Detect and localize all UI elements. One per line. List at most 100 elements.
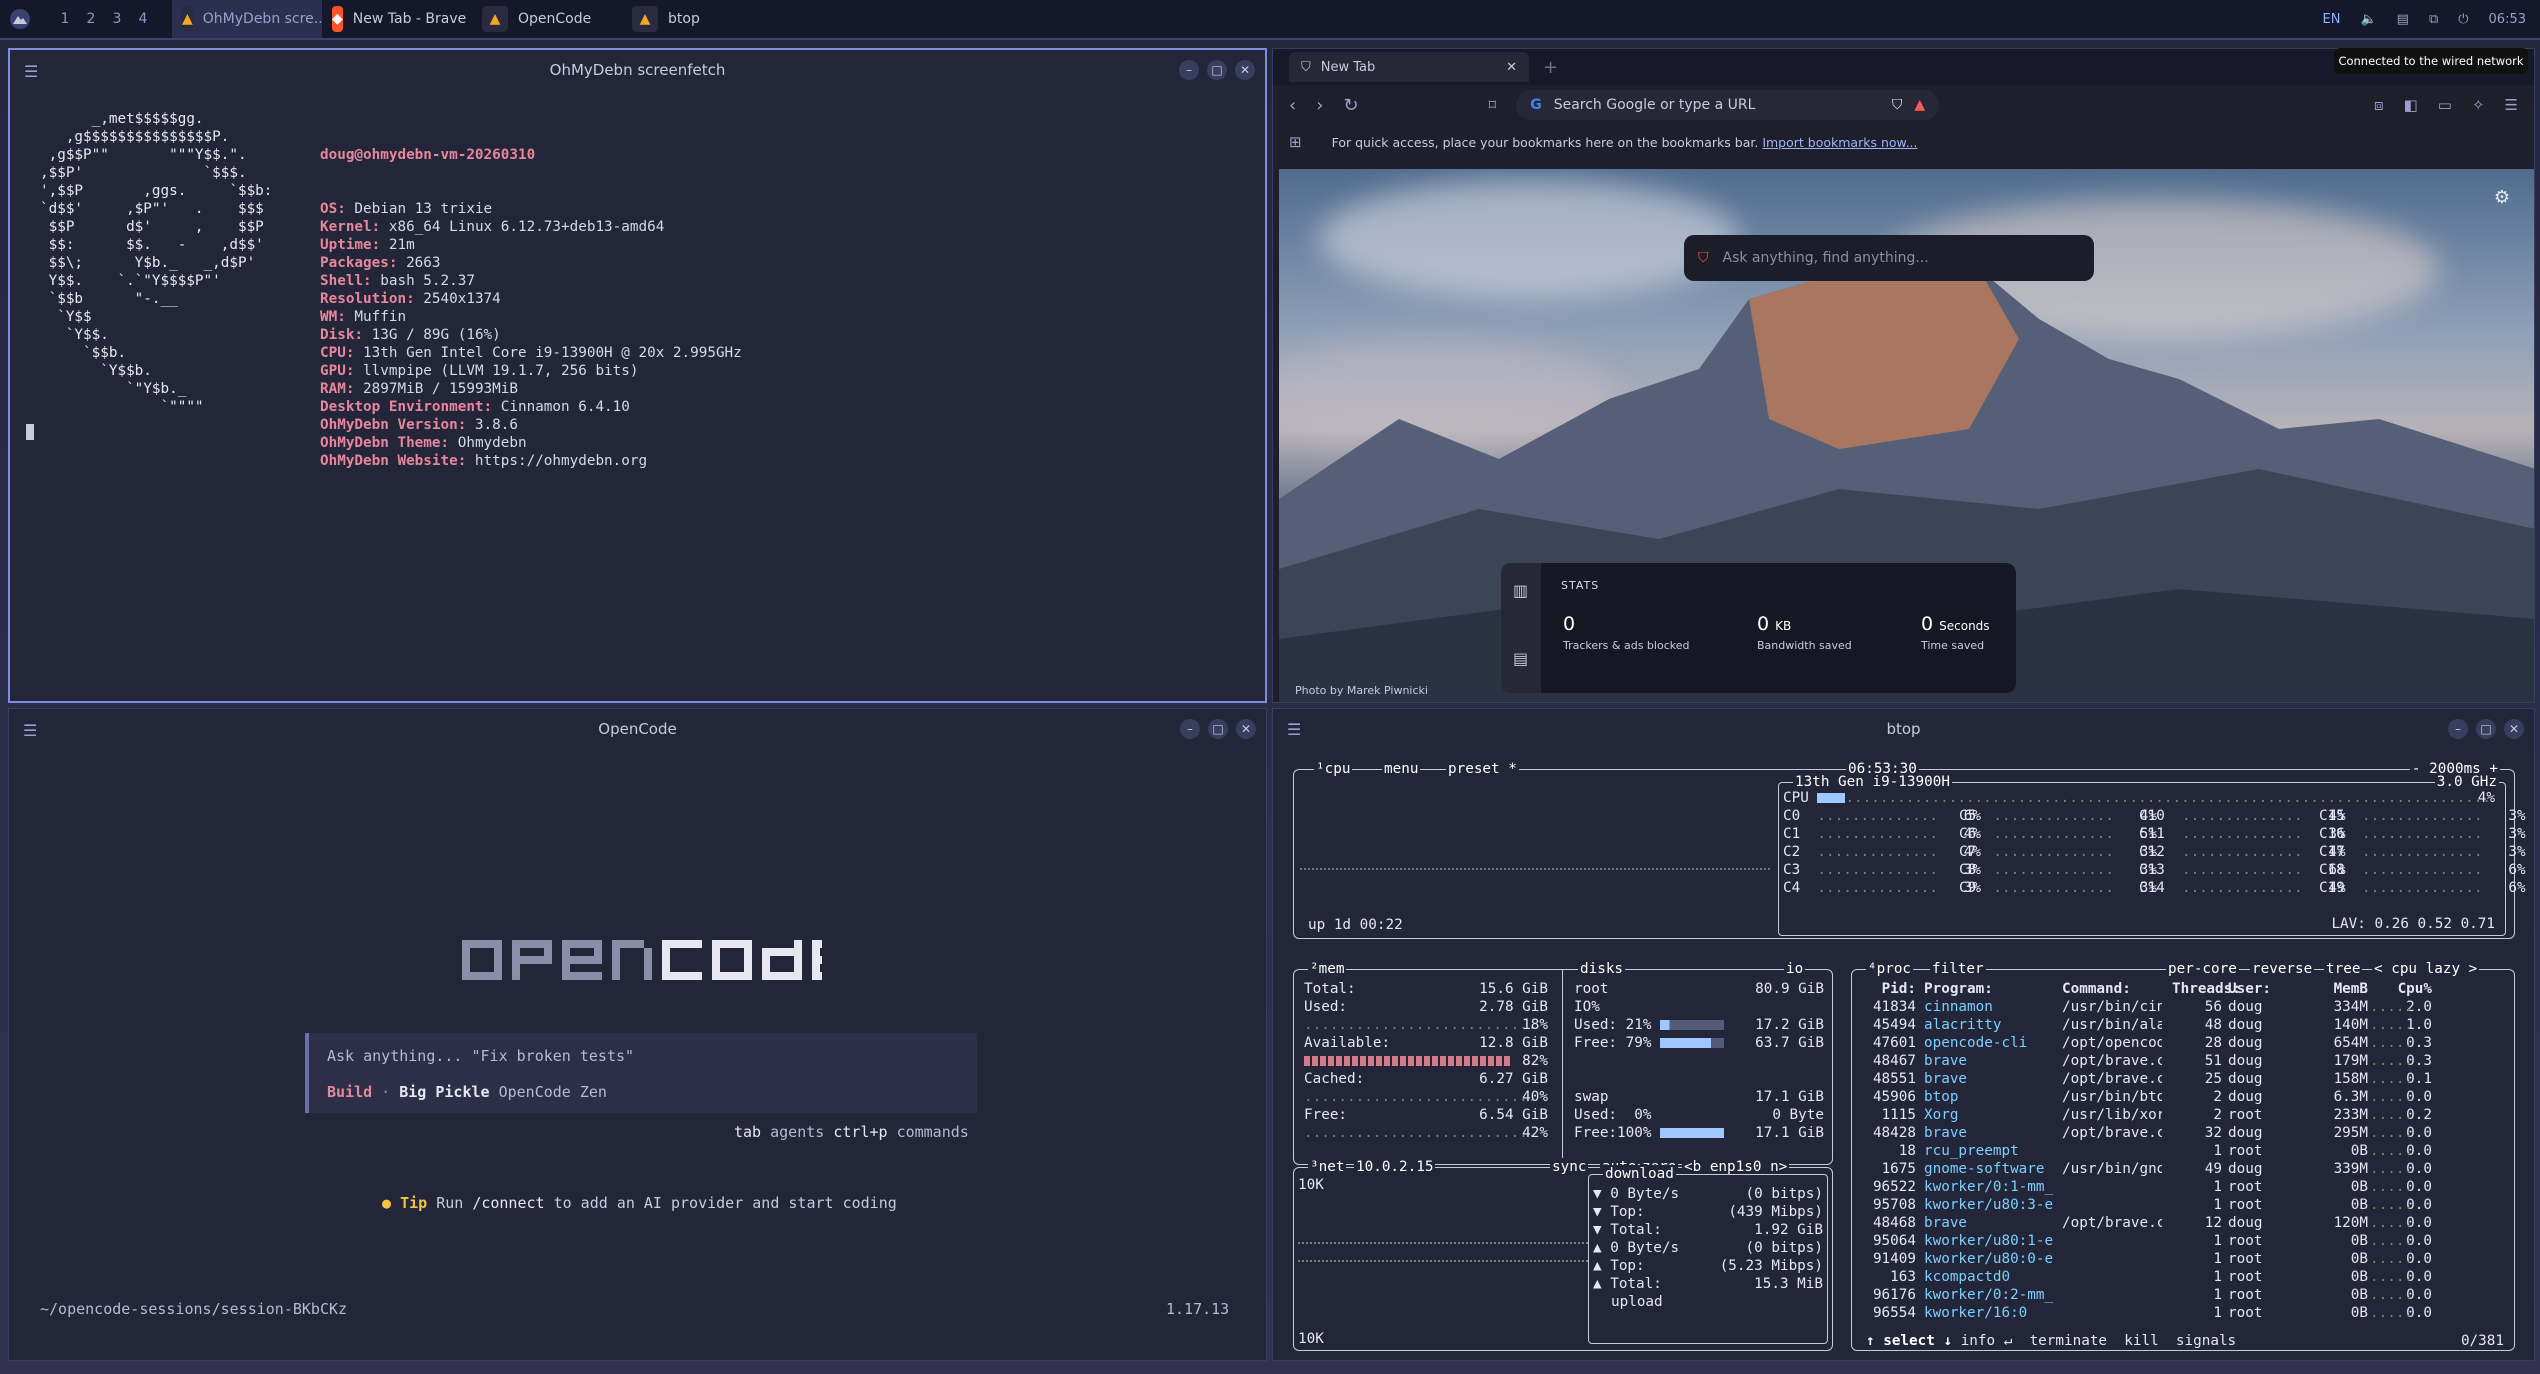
maximize-icon[interactable]: □: [1208, 719, 1228, 739]
cpu-graph: [1300, 820, 1770, 870]
menu-icon[interactable]: [0, 0, 40, 39]
cpu-core: C16 .............. 3%: [2319, 826, 2526, 842]
cpu-core: C12 .............. 4%: [2139, 844, 2346, 860]
proc-per-core[interactable]: per-core: [2166, 960, 2239, 978]
cpu-core: C4 .............. 3%: [1783, 880, 1981, 896]
info-line: OhMyDebn Version: 3.8.6: [320, 417, 518, 433]
workspace-4[interactable]: 4: [130, 11, 156, 27]
prompt-input[interactable]: Ask anything... "Fix broken tests" Build…: [305, 1033, 977, 1113]
network-icon[interactable]: ⧉: [2429, 12, 2438, 27]
stats-widget: ▥ ▤ STATS 0 Trackers & ads blocked 0 KB Ba…: [1501, 563, 2016, 693]
proc-filter[interactable]: filter: [1930, 960, 1986, 978]
cpu-core: C19 .............. 6%: [2319, 880, 2526, 896]
customize-icon[interactable]: ⚙: [2494, 187, 2510, 208]
window-titlebar[interactable]: ☰ OhMyDebn screenfetch – □ ✕: [10, 50, 1265, 90]
hamburger-icon[interactable]: ☰: [1287, 721, 1301, 739]
power-icon[interactable]: ⏻: [2458, 12, 2468, 27]
mem-label[interactable]: ²mem: [1308, 960, 1347, 978]
url-bar[interactable]: G Search Google or type a URL ⛉ ▲: [1516, 90, 1940, 120]
minimize-icon[interactable]: –: [1180, 719, 1200, 739]
proc-reverse[interactable]: reverse: [2250, 960, 2315, 978]
browser-tab[interactable]: ⛉ New Tab ✕: [1289, 52, 1529, 82]
minimize-icon[interactable]: –: [2448, 719, 2468, 739]
workspace-3[interactable]: 3: [104, 11, 130, 27]
proc-label[interactable]: ⁴proc: [1866, 960, 1914, 978]
brave-window: ⛉ New Tab ✕ + ‹ › ↻ ⌑ G Search Google or…: [1272, 48, 2535, 703]
bookmark-icon[interactable]: ⌑: [1489, 96, 1497, 114]
window-titlebar[interactable]: ☰ btop – □ ✕: [1273, 709, 2534, 749]
reload-icon[interactable]: ↻: [1343, 95, 1358, 116]
maximize-icon[interactable]: □: [1207, 60, 1227, 80]
workspace-1[interactable]: 1: [52, 11, 78, 27]
info-line: Kernel: x86_64 Linux 6.12.73+deb13-amd64: [320, 219, 665, 235]
stats-title: STATS: [1561, 579, 1600, 592]
sidebar-icon[interactable]: ◧: [2404, 96, 2418, 114]
clock[interactable]: 06:53: [2489, 12, 2526, 27]
version-label: 1.17.13: [1166, 1300, 1230, 1318]
proc-tree[interactable]: tree: [2324, 960, 2363, 978]
maximize-icon[interactable]: □: [2476, 719, 2496, 739]
cpu-total: 4%: [2477, 790, 2495, 806]
brave-shields-icon[interactable]: ⛉: [1892, 97, 1903, 113]
info-line: Desktop Environment: Cinnamon 6.4.10: [320, 399, 630, 415]
screenfetch-window: ☰ OhMyDebn screenfetch – □ ✕ _,met$$$$$g…: [8, 48, 1267, 703]
preset-label[interactable]: preset *: [1446, 760, 1519, 778]
close-icon[interactable]: ✕: [2504, 719, 2524, 739]
agent-mode[interactable]: Build: [327, 1083, 372, 1101]
hamburger-icon[interactable]: ☰: [24, 62, 38, 81]
close-tab-icon[interactable]: ✕: [1506, 60, 1517, 75]
close-icon[interactable]: ✕: [1235, 60, 1255, 80]
taskbar-item-brave[interactable]: ◆ New Tab - Brave: [322, 0, 472, 38]
info-line: Shell: bash 5.2.37: [320, 273, 475, 289]
model-name[interactable]: Big Pickle: [399, 1083, 489, 1101]
workspace-2[interactable]: 2: [78, 11, 104, 27]
io-label[interactable]: io: [1784, 960, 1806, 978]
taskbar-item-screenfetch[interactable]: ▲ OhMyDebn scre...: [172, 0, 322, 38]
import-bookmarks-link[interactable]: Import bookmarks now...: [1762, 135, 1917, 150]
opencode-logo: [462, 940, 822, 980]
hamburger-icon[interactable]: ☰: [23, 721, 37, 740]
top-panel: 1 2 3 4 ▲ OhMyDebn scre... ◆ New Tab - B…: [0, 0, 2540, 40]
new-tab-icon[interactable]: +: [1543, 57, 1558, 78]
cpu-core: C9 .............. 3%: [1959, 880, 2157, 896]
proc-footer: ↑ select ↓ info ↵ terminate kill signals: [1866, 1333, 2237, 1349]
forward-icon[interactable]: ›: [1316, 95, 1323, 116]
wallet-icon[interactable]: ▭: [2438, 96, 2452, 114]
info-line: GPU: llvmpipe (LLVM 19.1.7, 256 bits): [320, 363, 639, 379]
disks-label[interactable]: disks: [1578, 960, 1626, 978]
user-host: doug@ohmydebn-vm-20260310: [320, 147, 536, 163]
cast-icon[interactable]: ⧈: [2374, 96, 2384, 114]
net-label[interactable]: ³net: [1308, 1158, 1347, 1176]
keyboard-layout[interactable]: EN: [2323, 12, 2341, 27]
leo-ai-icon[interactable]: ✧: [2472, 96, 2485, 114]
google-icon: G: [1530, 97, 1542, 113]
alacritty-icon: ▲: [482, 6, 508, 32]
stats-chart-icon[interactable]: ▥: [1513, 581, 1528, 600]
cpu-core: C15 .............. 3%: [2319, 808, 2526, 824]
close-icon[interactable]: ✕: [1236, 719, 1256, 739]
taskbar-item-opencode[interactable]: ▲ OpenCode: [472, 0, 622, 38]
brave-icon: ⛉: [1698, 250, 1709, 266]
minimize-icon[interactable]: –: [1179, 60, 1199, 80]
proc-count: 0/381: [2460, 1333, 2504, 1349]
cpu-core: C11 .............. 3%: [2139, 826, 2346, 842]
printer-icon[interactable]: ▤: [2397, 12, 2409, 27]
cpu-label[interactable]: ¹cpu: [1314, 760, 1353, 778]
back-icon[interactable]: ‹: [1289, 95, 1296, 116]
brave-search-box[interactable]: ⛉ Ask anything, find anything...: [1684, 235, 2094, 281]
apps-grid-icon[interactable]: ⊞: [1289, 133, 1302, 151]
net-scale-top: 10K: [1298, 1177, 1324, 1193]
window-titlebar[interactable]: ☰ OpenCode – □ ✕: [9, 709, 1266, 749]
cpu-core: C1 .............. 4%: [1783, 826, 1981, 842]
brave-rewards-icon[interactable]: ▲: [1914, 97, 1925, 113]
alacritty-icon: ▲: [632, 6, 658, 32]
news-icon[interactable]: ▤: [1513, 649, 1528, 668]
proc-sort[interactable]: < cpu lazy >: [2372, 960, 2480, 978]
photo-credit[interactable]: Photo by Marek Piwnicki: [1295, 684, 1428, 697]
menu-label[interactable]: menu: [1382, 760, 1421, 778]
proc-box: ⁴proc filter per-core reverse tree < cpu…: [1851, 960, 2515, 1351]
net-sync[interactable]: sync: [1550, 1158, 1589, 1176]
taskbar-item-btop[interactable]: ▲ btop: [622, 0, 772, 38]
browser-menu-icon[interactable]: ☰: [2505, 96, 2518, 114]
volume-icon[interactable]: 🔈: [2360, 12, 2376, 27]
